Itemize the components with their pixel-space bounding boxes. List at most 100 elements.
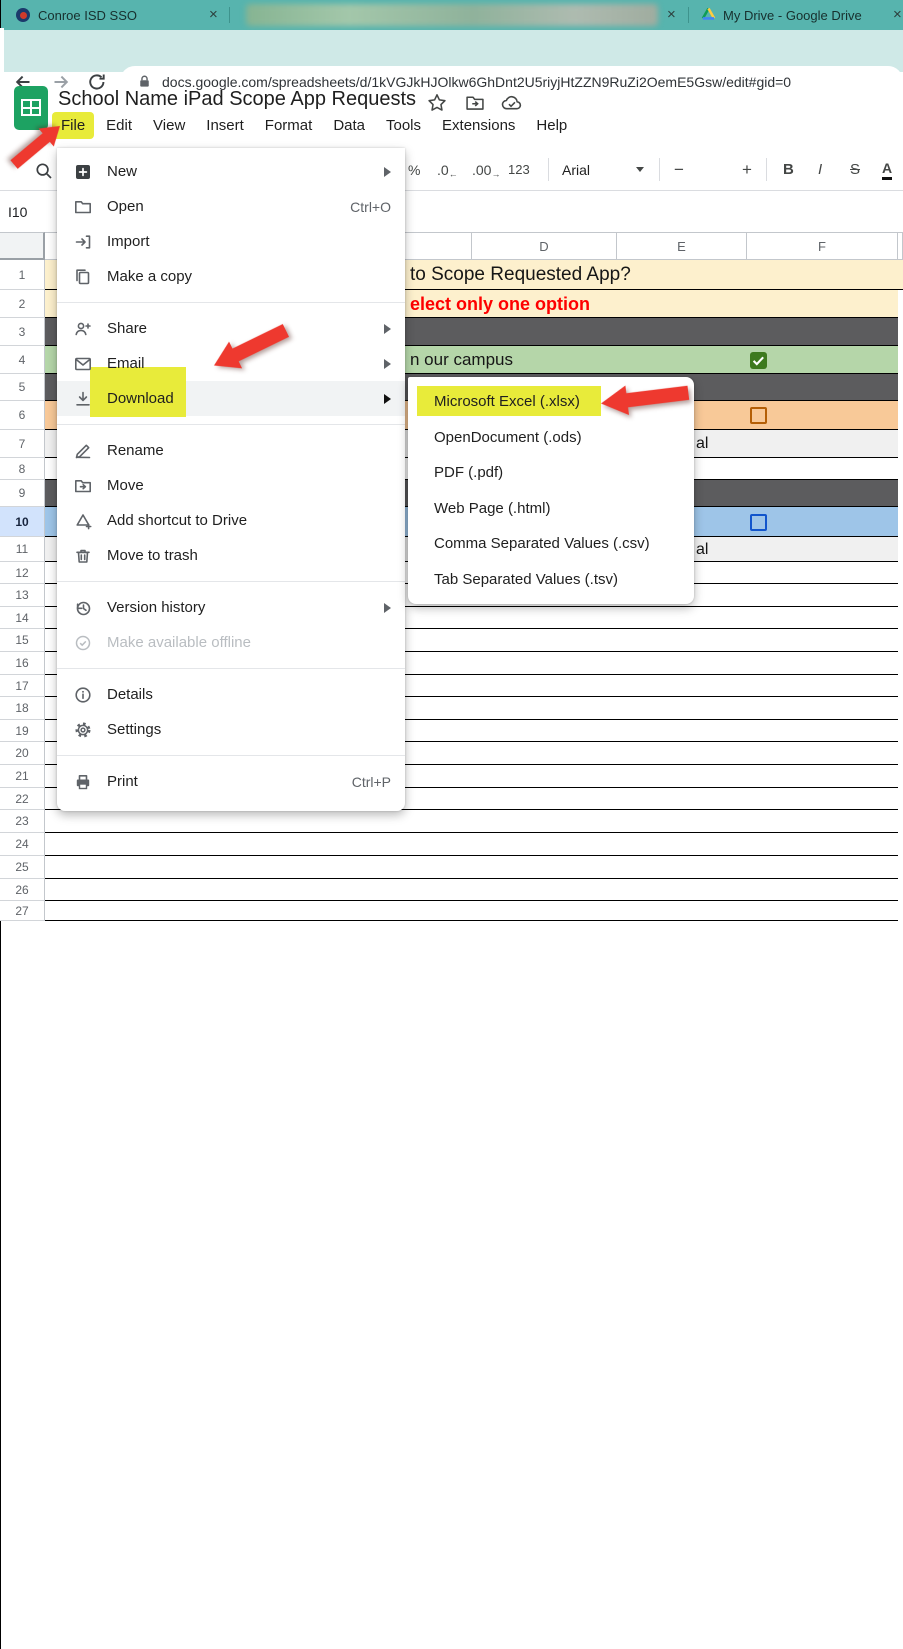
sheet-row-24[interactable] — [45, 833, 898, 856]
file-menu-item-make-a-copy[interactable]: Make a copy — [57, 259, 405, 294]
menu-item-label: New — [107, 163, 137, 180]
file-menu-item-make-available-offline: Make available offline — [57, 625, 405, 660]
cell-text-row-1: to Scope Requested App? — [410, 260, 631, 290]
row-header-9[interactable]: 9 — [0, 480, 45, 507]
printer-icon — [73, 772, 93, 792]
copy-icon — [73, 267, 93, 287]
download-option-opendocument-ods[interactable]: OpenDocument (.ods) — [408, 420, 694, 456]
menu-item-shortcut: Ctrl+O — [350, 199, 391, 215]
more-formats-button[interactable]: 123 — [508, 148, 530, 191]
sheet-row-27[interactable] — [45, 901, 898, 921]
menu-separator — [57, 755, 405, 756]
menu-item-label: Add shortcut to Drive — [107, 512, 247, 529]
column-header-f[interactable]: F — [747, 232, 898, 260]
row-header-20[interactable]: 20 — [0, 742, 45, 765]
menu-item-label: Email — [107, 355, 145, 372]
row-header-8[interactable]: 8 — [0, 458, 45, 480]
row-header-18[interactable]: 18 — [0, 697, 45, 720]
file-menu-item-move[interactable]: Move — [57, 468, 405, 503]
row-header-26[interactable]: 26 — [0, 879, 45, 901]
menu-item-label: Make available offline — [107, 634, 251, 651]
decrease-decimal-button[interactable]: .0← — [437, 148, 458, 191]
row-header-25[interactable]: 25 — [0, 856, 45, 879]
menu-item-shortcut: Ctrl+P — [352, 774, 391, 790]
file-menu: NewOpenCtrl+OImportMake a copyShareEmail… — [57, 148, 405, 811]
cell-text-row-7: al — [696, 430, 708, 458]
file-menu-item-download[interactable]: Download — [57, 381, 405, 416]
sheet-row-26[interactable] — [45, 879, 898, 901]
checkbox-row-4[interactable] — [750, 352, 767, 369]
text-color-button[interactable]: A — [882, 148, 892, 191]
menu-item-label: Make a copy — [107, 268, 192, 285]
search-icon[interactable] — [34, 161, 54, 181]
download-option-comma-separated-values-csv[interactable]: Comma Separated Values (.csv) — [408, 526, 694, 562]
file-menu-item-new[interactable]: New — [57, 154, 405, 189]
checkbox-row-6[interactable] — [750, 407, 767, 424]
row-header-3[interactable]: 3 — [0, 318, 45, 346]
cell-border — [0, 0, 1, 28]
decrease-font-size-button[interactable]: − — [674, 148, 684, 191]
file-menu-item-add-shortcut-to-drive[interactable]: Add shortcut to Drive — [57, 503, 405, 538]
sheet-corner-box[interactable] — [0, 232, 45, 260]
row-header-15[interactable]: 15 — [0, 629, 45, 652]
row-header-5[interactable]: 5 — [0, 374, 45, 401]
toolbar-separator — [766, 158, 767, 181]
row-header-22[interactable]: 22 — [0, 788, 45, 810]
strikethrough-button[interactable]: S — [850, 148, 860, 191]
row-header-27[interactable]: 27 — [0, 901, 45, 921]
menu-separator — [57, 302, 405, 303]
file-menu-item-version-history[interactable]: Version history — [57, 590, 405, 625]
submenu-item-label: OpenDocument (.ods) — [434, 429, 582, 446]
row-header-4[interactable]: 4 — [0, 346, 45, 374]
row-header-13[interactable]: 13 — [0, 584, 45, 607]
menu-item-label: Version history — [107, 599, 205, 616]
checkbox-row-10[interactable] — [750, 514, 767, 531]
row-header-10[interactable]: 10 — [0, 507, 45, 537]
column-header-partial[interactable] — [898, 232, 903, 260]
bold-button[interactable]: B — [783, 148, 794, 191]
sheet-row-23[interactable] — [45, 810, 898, 833]
file-menu-item-open[interactable]: OpenCtrl+O — [57, 189, 405, 224]
row-header-7[interactable]: 7 — [0, 430, 45, 458]
file-menu-item-move-to-trash[interactable]: Move to trash — [57, 538, 405, 573]
font-dropdown-icon[interactable] — [636, 148, 644, 191]
increase-font-size-button[interactable]: + — [742, 148, 752, 191]
new-doc-icon — [73, 162, 93, 182]
menu-item-label: Print — [107, 773, 138, 790]
row-header-6[interactable]: 6 — [0, 401, 45, 430]
italic-button[interactable]: I — [818, 148, 822, 191]
row-header-2[interactable]: 2 — [0, 290, 45, 318]
row-header-17[interactable]: 17 — [0, 675, 45, 697]
download-option-web-page-html[interactable]: Web Page (.html) — [408, 491, 694, 527]
column-header-d[interactable]: D — [472, 232, 617, 260]
toolbar-separator — [548, 158, 549, 181]
file-menu-item-print[interactable]: Print Ctrl+P — [57, 764, 405, 799]
download-option-pdf-pdf[interactable]: PDF (.pdf) — [408, 455, 694, 491]
row-header-12[interactable]: 12 — [0, 562, 45, 584]
increase-decimal-button[interactable]: .00→ — [472, 148, 500, 191]
row-header-16[interactable]: 16 — [0, 652, 45, 675]
submenu-arrow-icon — [384, 394, 391, 404]
font-name-select[interactable]: Arial — [562, 148, 590, 191]
row-header-24[interactable]: 24 — [0, 833, 45, 856]
grid-vertical-border — [0, 1290, 1, 1649]
row-header-1[interactable]: 1 — [0, 260, 45, 290]
submenu-item-label: Web Page (.html) — [434, 500, 550, 517]
trash-icon — [73, 546, 93, 566]
submenu-arrow-icon — [384, 603, 391, 613]
file-menu-item-rename[interactable]: Rename — [57, 433, 405, 468]
cell-text-row-11: al — [696, 537, 708, 562]
row-header-11[interactable]: 11 — [0, 537, 45, 562]
row-header-19[interactable]: 19 — [0, 720, 45, 742]
row-header-14[interactable]: 14 — [0, 607, 45, 629]
file-menu-item-import[interactable]: Import — [57, 224, 405, 259]
submenu-item-label: Comma Separated Values (.csv) — [434, 535, 650, 552]
column-header-e[interactable]: E — [617, 232, 747, 260]
download-option-tab-separated-values-tsv[interactable]: Tab Separated Values (.tsv) — [408, 562, 694, 598]
percent-format-button[interactable]: % — [408, 148, 420, 191]
row-header-21[interactable]: 21 — [0, 765, 45, 788]
row-header-23[interactable]: 23 — [0, 810, 45, 833]
file-menu-item-details[interactable]: Details — [57, 677, 405, 712]
sheet-row-25[interactable] — [45, 856, 898, 879]
file-menu-item-settings[interactable]: Settings — [57, 712, 405, 747]
